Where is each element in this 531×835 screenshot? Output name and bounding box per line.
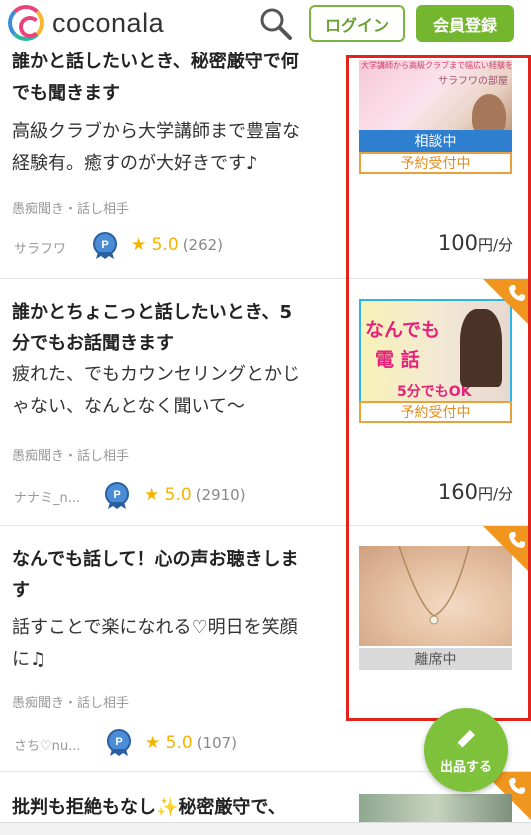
search-icon[interactable] [258, 6, 294, 42]
review-count: (262) [182, 236, 224, 254]
listing-title: 批判も拒絶もなし✨秘密厳守で、 [12, 797, 286, 818]
seller-name[interactable]: ナナミ_n... [14, 487, 80, 506]
star-icon: ★ [144, 485, 160, 505]
listing-title: 誰かと話したいとき、秘密厳守で何 でも聞きます [12, 52, 299, 104]
listing-title: なんでも話して！心の声お聴きしま す [12, 549, 299, 601]
listing-category: 愚痴聞き・話し相手 [12, 202, 130, 217]
seller-name[interactable]: さち♡nu... [14, 735, 81, 754]
listing-description: 高級クラブから大学講師まで豊富な 経験有。癒すのが大好きです♪ [12, 121, 300, 174]
svg-text:P: P [115, 736, 122, 748]
listing-title: 誰かとちょこっと話したいとき、5 分でもお話聞きます [12, 302, 293, 354]
fab-label: 出品する [439, 759, 492, 775]
listing-thumbnail[interactable] [359, 794, 512, 824]
status-badge-reservation: 予約受付中 [359, 401, 512, 423]
review-count: (2910) [195, 486, 246, 504]
listing-item[interactable]: 誰かと話したいとき、秘密厳守で何 でも聞きます 高級クラブから大学講師まで豊富な… [0, 48, 531, 279]
status-badge-reservation: 予約受付中 [359, 152, 512, 174]
listing-description: 話すことで楽になれる♡明日を笑顔 に♫ [12, 617, 298, 670]
review-count: (107) [196, 734, 238, 752]
bottom-bar [0, 822, 531, 835]
seller-rank-badge-icon: P [104, 482, 130, 510]
seller-name[interactable]: サラフワ [14, 238, 66, 257]
app-header: coconala ログイン 会員登録 [0, 0, 531, 48]
star-icon: ★ [131, 235, 147, 255]
listing-category: 愚痴聞き・話し相手 [12, 449, 130, 464]
coconala-logo-mark-icon [8, 5, 44, 41]
price: 160円/分 [437, 480, 513, 504]
pencil-icon [457, 729, 475, 748]
seller-rank-badge-icon: P [92, 232, 118, 260]
svg-text:P: P [101, 239, 108, 251]
register-button[interactable]: 会員登録 [416, 5, 514, 42]
svg-text:P: P [113, 489, 120, 501]
seller-rank-badge-icon: P [106, 729, 132, 757]
rating: ★ 5.0 (262) [131, 235, 224, 255]
post-service-fab[interactable]: 出品する [424, 708, 508, 792]
listing-description: 疲れた、でもカウンセリングとかじ ゃない、なんとなく聞いて〜 [12, 364, 300, 417]
status-badge-away: 離席中 [359, 648, 512, 670]
status-badge-consulting: 相談中 [359, 130, 512, 152]
rating: ★ 5.0 (2910) [144, 485, 246, 505]
price: 100円/分 [437, 231, 513, 255]
star-icon: ★ [145, 733, 161, 753]
logo-text: coconala [52, 7, 165, 38]
phone-icon [507, 530, 527, 550]
coconala-logo[interactable]: coconala [8, 5, 164, 41]
login-button[interactable]: ログイン [309, 5, 405, 42]
listing-item[interactable]: 誰かとちょこっと話したいとき、5 分でもお話聞きます 疲れた、でもカウンセリング… [0, 279, 531, 526]
rating: ★ 5.0 (107) [145, 733, 238, 753]
phone-icon [507, 283, 527, 303]
listing-category: 愚痴聞き・話し相手 [12, 696, 130, 711]
phone-icon [507, 776, 527, 796]
